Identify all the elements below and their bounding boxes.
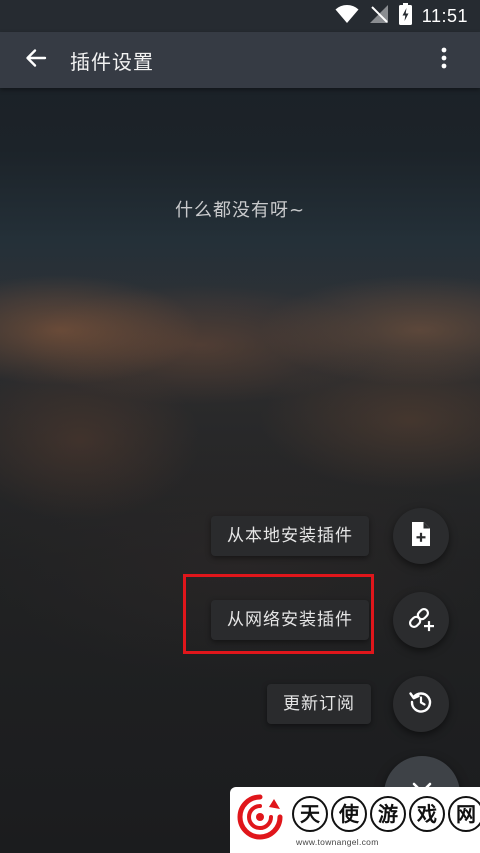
watermark-characters: 天 使 游 戏 网	[292, 796, 480, 832]
wifi-icon	[335, 4, 359, 28]
refresh-icon	[408, 689, 434, 719]
watermark-char: 戏	[409, 796, 445, 832]
watermark-char: 天	[292, 796, 328, 832]
app-bar: 插件设置	[0, 32, 480, 88]
status-icons: 11:51	[335, 3, 468, 29]
page-title: 插件设置	[70, 50, 154, 74]
add-file-icon	[410, 521, 432, 551]
watermark-url: www.townangel.com	[296, 837, 379, 847]
install-local-button[interactable]	[393, 508, 449, 564]
battery-charging-icon	[398, 3, 412, 29]
site-watermark: 天 使 游 戏 网 www.townangel.com	[230, 787, 480, 853]
watermark-char: 游	[370, 796, 406, 832]
watermark-logo-icon	[236, 793, 284, 841]
watermark-char: 网	[448, 796, 480, 832]
status-bar: 11:51	[0, 0, 480, 32]
more-options-button[interactable]	[432, 46, 456, 74]
watermark-char: 使	[331, 796, 367, 832]
back-button[interactable]	[18, 44, 54, 76]
update-subscription-button[interactable]	[393, 676, 449, 732]
highlight-annotation	[183, 574, 374, 654]
install-network-button[interactable]	[393, 592, 449, 648]
more-vert-icon	[441, 47, 447, 73]
update-subscription-label[interactable]: 更新订阅	[267, 684, 371, 724]
no-signal-icon	[369, 4, 389, 28]
link-add-icon	[407, 604, 435, 636]
plugin-settings-screen: 11:51 插件设置 什么都没有呀~ 从本地安装插件 从网络安装插件 更新订阅 …	[0, 0, 480, 853]
arrow-back-icon	[24, 46, 48, 74]
install-local-label[interactable]: 从本地安装插件	[211, 516, 369, 556]
empty-state-message: 什么都没有呀~	[174, 200, 306, 221]
status-time: 11:51	[421, 5, 468, 26]
